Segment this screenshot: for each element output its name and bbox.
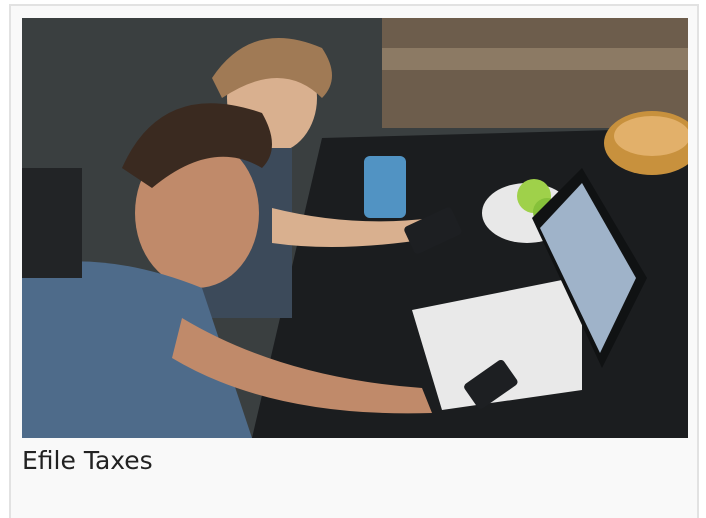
- card-caption[interactable]: Efile Taxes: [22, 446, 153, 476]
- photo-bowl-inner: [614, 116, 688, 156]
- photo-wall-highlight: [382, 18, 688, 128]
- photo-glass: [364, 156, 406, 218]
- card-image[interactable]: [22, 18, 688, 438]
- article-card[interactable]: Efile Taxes: [9, 4, 699, 518]
- photo-illustration: [22, 18, 688, 438]
- photo-window-sill: [382, 48, 688, 70]
- photo-chair: [22, 168, 82, 278]
